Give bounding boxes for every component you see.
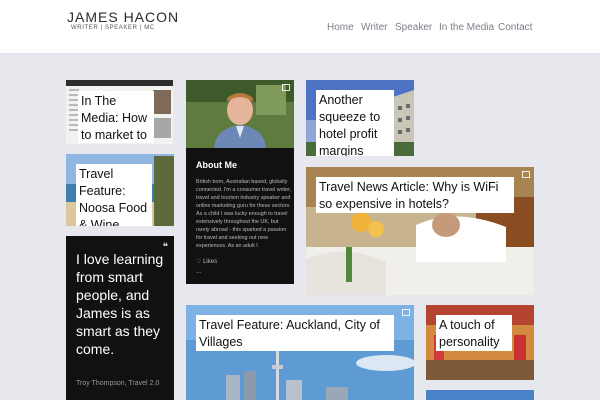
sky-image xyxy=(426,390,534,400)
nav-speaker[interactable]: Speaker xyxy=(395,22,432,33)
tile-about-me[interactable]: About Me British born, Australian based,… xyxy=(186,80,294,285)
tile-wifi-article[interactable]: Travel News Article: Why is WiFi so expe… xyxy=(306,167,534,295)
tile-hotel-profit[interactable]: Another squeeze to hotel profit margins xyxy=(306,80,414,156)
nav-writer[interactable]: Writer xyxy=(361,22,387,33)
heart-icon: ♡ xyxy=(196,259,202,265)
tile-personality[interactable]: A touch of personality xyxy=(426,305,534,380)
quote-author: Troy Thompson, Travel 2.0 xyxy=(76,380,160,387)
image-icon xyxy=(522,171,530,178)
more-ellipsis: ... xyxy=(196,269,202,275)
tile-label: Travel News Article: Why is WiFi so expe… xyxy=(316,177,514,213)
about-panel: About Me British born, Australian based,… xyxy=(186,148,294,284)
nav-contact[interactable]: Contact xyxy=(498,22,532,33)
tile-label: In The Media: How to market to xyxy=(78,91,154,143)
about-title: About Me xyxy=(196,160,237,170)
about-body: British born, Australian based, globally… xyxy=(196,179,292,249)
nav-in-the-media[interactable]: In the Media xyxy=(439,22,494,33)
tile-label: Another squeeze to hotel profit margins xyxy=(316,90,394,156)
image-icon xyxy=(402,309,410,316)
tile-label: Travel Feature: Auckland, City of Villag… xyxy=(196,315,394,351)
likes-link[interactable]: ♡ Likes xyxy=(196,258,217,265)
main-nav: Home Writer Speaker In the Media Contact xyxy=(0,22,600,34)
tile-testimonial-quote[interactable]: ❝ I love learning from smart people, and… xyxy=(66,236,174,400)
site-header: JAMES HACON WRITER | SPEAKER | MC Home W… xyxy=(0,0,600,54)
tile-in-the-media[interactable]: In The Media: How to market to xyxy=(66,80,173,144)
tile-noosa[interactable]: Travel Feature: Noosa Food & Wine xyxy=(66,154,174,226)
quote-text: I love learning from smart people, and J… xyxy=(76,251,164,357)
nav-home[interactable]: Home xyxy=(327,22,354,33)
tile-auckland[interactable]: Travel Feature: Auckland, City of Villag… xyxy=(186,305,414,400)
tile-label: A touch of personality xyxy=(436,315,512,351)
tile-label: Travel Feature: Noosa Food & Wine xyxy=(76,164,152,226)
likes-label: Likes xyxy=(203,259,218,265)
tile-partial-image[interactable] xyxy=(426,390,534,400)
image-icon xyxy=(282,84,290,91)
profile-photo xyxy=(186,80,294,148)
